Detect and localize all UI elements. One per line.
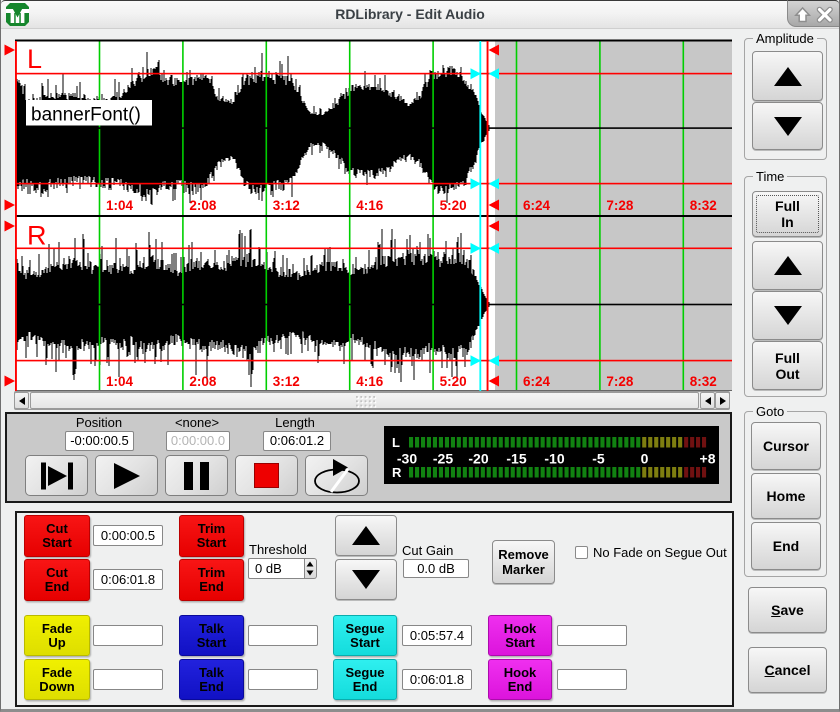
svg-text:2:08: 2:08 bbox=[189, 374, 217, 389]
svg-text:2:08: 2:08 bbox=[189, 198, 217, 213]
svg-text:1:04: 1:04 bbox=[106, 198, 134, 213]
svg-text:6:24: 6:24 bbox=[523, 198, 551, 213]
svg-text:0: 0 bbox=[641, 451, 649, 467]
svg-text:R: R bbox=[27, 221, 47, 251]
svg-text:-25: -25 bbox=[433, 451, 453, 467]
svg-text:R: R bbox=[392, 465, 402, 480]
svg-text:bannerFont(): bannerFont() bbox=[31, 105, 141, 126]
svg-text:7:28: 7:28 bbox=[606, 374, 634, 389]
svg-text:-15: -15 bbox=[506, 451, 526, 467]
svg-text:-20: -20 bbox=[468, 451, 488, 467]
svg-text:L: L bbox=[27, 44, 42, 74]
svg-text:3:12: 3:12 bbox=[273, 198, 300, 213]
svg-text:8:32: 8:32 bbox=[690, 374, 717, 389]
svg-text:-10: -10 bbox=[544, 451, 564, 467]
svg-text:8:32: 8:32 bbox=[690, 198, 717, 213]
svg-text:7:28: 7:28 bbox=[606, 198, 634, 213]
svg-text:-5: -5 bbox=[592, 451, 605, 467]
svg-text:6:24: 6:24 bbox=[523, 374, 551, 389]
svg-text:4:16: 4:16 bbox=[356, 198, 384, 213]
svg-text:1:04: 1:04 bbox=[106, 374, 134, 389]
svg-text:+8: +8 bbox=[700, 451, 716, 467]
svg-text:5:20: 5:20 bbox=[440, 198, 467, 213]
svg-text:-30: -30 bbox=[397, 451, 417, 467]
svg-text:4:16: 4:16 bbox=[356, 374, 384, 389]
svg-text:5:20: 5:20 bbox=[440, 374, 467, 389]
svg-text:3:12: 3:12 bbox=[273, 374, 300, 389]
svg-text:L: L bbox=[392, 435, 400, 450]
